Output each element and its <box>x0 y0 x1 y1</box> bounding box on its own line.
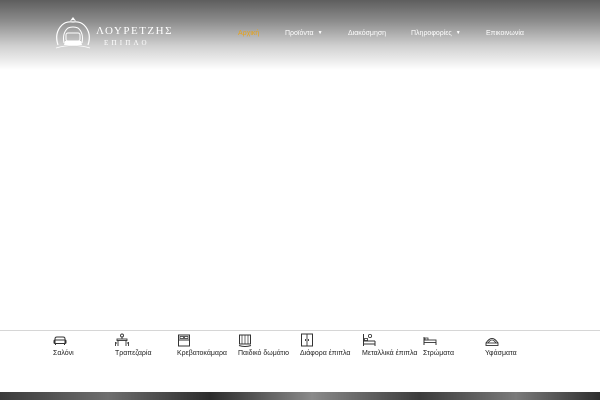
site-header: ΛΟΥΡΕΤΖΗΣ ΕΠΙΠΛΟ Αρχική Προϊόντα ▼ Διακόσ… <box>0 0 600 70</box>
sofa-icon <box>53 336 67 345</box>
bed-icon <box>178 334 190 347</box>
category-label: Παιδικό δωμάτιο <box>238 350 290 357</box>
nav-decoration[interactable]: Διακόσμηση <box>348 30 386 37</box>
chevron-down-icon: ▼ <box>317 30 323 36</box>
category-label: Στρώματα <box>423 350 454 357</box>
brand-name: ΛΟΥΡΕΤΖΗΣ <box>96 25 173 37</box>
crib-icon <box>238 334 252 347</box>
nav-decoration-label: Διακόσμηση <box>348 30 387 37</box>
showroom-photo-strip <box>0 392 600 400</box>
category-bar: Σαλόνι Τραπεζαρία Κρεβατοκάμαρα Παιδικό … <box>0 330 600 368</box>
nav-contact-label: Επικοινωνία <box>486 30 524 37</box>
chevron-down-icon: ▼ <box>455 30 461 36</box>
wardrobe-icon <box>301 333 313 347</box>
armchair-emblem-icon <box>55 17 91 49</box>
nav-contact[interactable]: Επικοινωνία <box>486 30 524 37</box>
nav-products-label: Προϊόντα <box>285 30 314 37</box>
category-label: Μεταλλικά έπιπλα <box>362 350 418 357</box>
nav-products[interactable]: Προϊόντα ▼ <box>285 30 323 37</box>
brand-subtitle: ΕΠΙΠΛΟ <box>104 39 150 47</box>
mattress-bed-icon <box>423 337 437 345</box>
metal-bed-icon <box>363 333 376 346</box>
category-label: Υφάσματα <box>485 350 517 357</box>
category-label: Σαλόνι <box>53 350 74 357</box>
nav-home[interactable]: Αρχική <box>238 30 259 37</box>
site-logo[interactable]: ΛΟΥΡΕΤΖΗΣ ΕΠΙΠΛΟ <box>52 15 174 51</box>
dining-table-icon <box>115 333 129 346</box>
fabric-icon <box>485 338 499 346</box>
category-label: Διάφορα έπιπλα <box>300 350 351 357</box>
nav-info-label: Πληροφορίες <box>411 30 452 37</box>
nav-home-label: Αρχική <box>238 30 260 37</box>
category-label: Κρεβατοκάμαρα <box>177 350 227 357</box>
nav-info[interactable]: Πληροφορίες ▼ <box>411 30 461 37</box>
category-label: Τραπεζαρία <box>115 350 152 357</box>
